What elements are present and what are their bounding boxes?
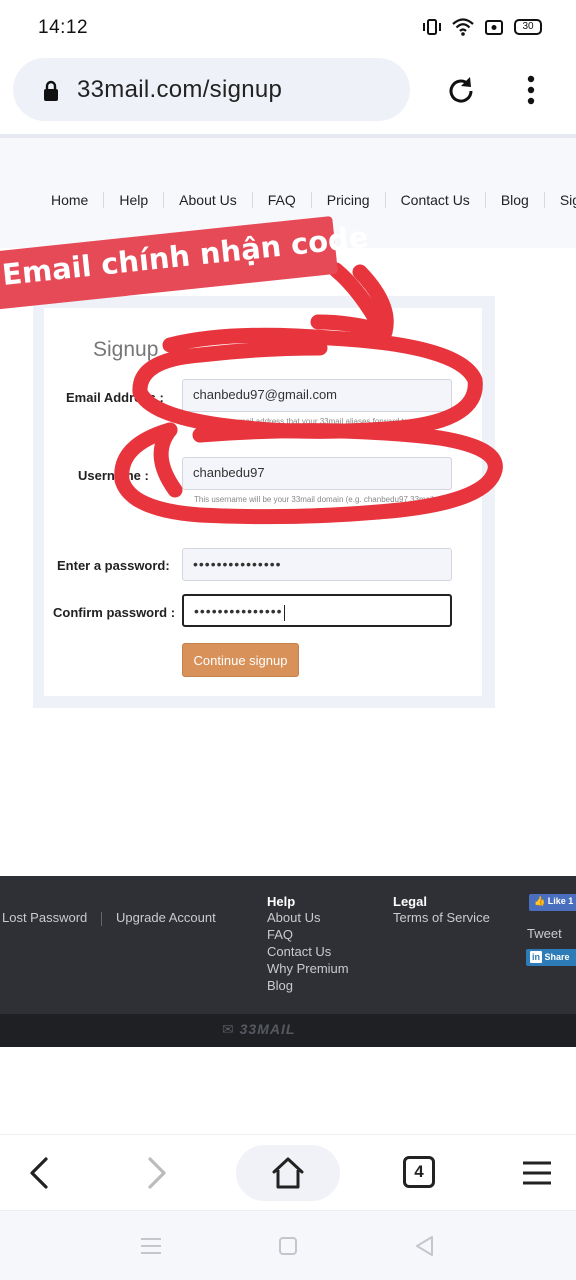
linkedin-share-label: Share bbox=[544, 952, 570, 962]
footer-about-us[interactable]: About Us bbox=[267, 910, 320, 925]
facebook-like-button[interactable]: 👍 Like 1 bbox=[529, 894, 576, 911]
screen: 14:12 30 33mail.com/signup Home Help Abo… bbox=[0, 0, 576, 1280]
browser-bottom-bar: 4 bbox=[0, 1134, 576, 1210]
footer-logo: ✉ 33MAIL bbox=[222, 1021, 295, 1038]
lock-icon bbox=[44, 80, 58, 101]
footer-faq[interactable]: FAQ bbox=[267, 927, 293, 942]
forward-icon[interactable] bbox=[140, 1155, 172, 1191]
nav-pricing[interactable]: Pricing bbox=[312, 192, 385, 208]
footer-lost-password[interactable]: Lost Password bbox=[2, 910, 87, 925]
text-cursor bbox=[283, 604, 285, 621]
facebook-like-label: Like 1 bbox=[547, 896, 574, 906]
system-navigation-bar bbox=[0, 1210, 576, 1280]
nav-contact[interactable]: Contact Us bbox=[386, 192, 485, 208]
confirm-password-label: Confirm password : bbox=[53, 605, 176, 620]
footer-divider bbox=[101, 912, 102, 926]
url-text: 33mail.com/signup bbox=[77, 76, 283, 103]
confirm-password-field[interactable]: ••••••••••••••• bbox=[182, 594, 452, 627]
status-time: 14:12 bbox=[38, 17, 89, 38]
more-menu-icon[interactable] bbox=[520, 74, 542, 108]
battery-level: 30 bbox=[522, 21, 534, 32]
tabs-button[interactable]: 4 bbox=[403, 1156, 435, 1188]
system-back-icon[interactable] bbox=[413, 1234, 435, 1258]
thumbs-up-icon: 👍 bbox=[534, 896, 546, 906]
site-footer: Lost Password Upgrade Account Help About… bbox=[0, 876, 576, 1014]
tab-count: 4 bbox=[414, 1162, 424, 1181]
battery-icon: 30 bbox=[514, 19, 542, 35]
footer-contact-us[interactable]: Contact Us bbox=[267, 944, 331, 959]
site-nav: Home Help About Us FAQ Pricing Contact U… bbox=[36, 192, 576, 208]
back-icon[interactable] bbox=[24, 1155, 56, 1191]
password-label: Enter a password: bbox=[57, 558, 170, 573]
reload-icon[interactable] bbox=[444, 74, 478, 108]
tweet-button[interactable]: Tweet bbox=[527, 926, 562, 941]
nav-faq[interactable]: FAQ bbox=[253, 192, 311, 208]
linkedin-icon: in bbox=[530, 951, 542, 963]
home-button[interactable] bbox=[236, 1145, 340, 1201]
home-icon bbox=[272, 1157, 304, 1189]
password-field[interactable]: ••••••••••••••• bbox=[182, 548, 452, 581]
footer-why-premium[interactable]: Why Premium bbox=[267, 961, 349, 976]
browser-toolbar: 33mail.com/signup bbox=[0, 56, 576, 134]
confirm-password-value: ••••••••••••••• bbox=[194, 603, 283, 619]
status-icons: 30 bbox=[422, 17, 542, 37]
nav-blog[interactable]: Blog bbox=[486, 192, 544, 208]
nav-home[interactable]: Home bbox=[36, 192, 103, 208]
nav-help[interactable]: Help bbox=[104, 192, 163, 208]
recents-icon[interactable] bbox=[140, 1236, 162, 1256]
password-value: ••••••••••••••• bbox=[193, 556, 282, 572]
footer-blog[interactable]: Blog bbox=[267, 978, 293, 993]
footer-upgrade-account[interactable]: Upgrade Account bbox=[116, 910, 216, 925]
nav-signup[interactable]: Sign Up bbox=[545, 192, 576, 208]
nav-about[interactable]: About Us bbox=[164, 192, 252, 208]
status-bar: 14:12 30 bbox=[0, 0, 576, 56]
vibrate-icon bbox=[423, 19, 441, 35]
address-bar[interactable]: 33mail.com/signup bbox=[13, 58, 410, 121]
footer-logo-text: 33MAIL bbox=[239, 1021, 296, 1037]
screen-record-icon bbox=[485, 20, 503, 35]
continue-signup-button[interactable]: Continue signup bbox=[182, 643, 299, 677]
mail-icon: ✉ bbox=[222, 1021, 235, 1037]
footer-help-heading: Help bbox=[267, 894, 296, 909]
menu-icon[interactable] bbox=[521, 1159, 553, 1187]
linkedin-share-button[interactable]: in Share bbox=[526, 949, 576, 966]
system-home-icon[interactable] bbox=[278, 1236, 298, 1256]
footer-legal-heading: Legal bbox=[393, 894, 427, 909]
wifi-icon bbox=[452, 18, 474, 36]
footer-terms[interactable]: Terms of Service bbox=[393, 910, 490, 925]
footer-bottom-bar: ✉ 33MAIL bbox=[0, 1014, 576, 1047]
